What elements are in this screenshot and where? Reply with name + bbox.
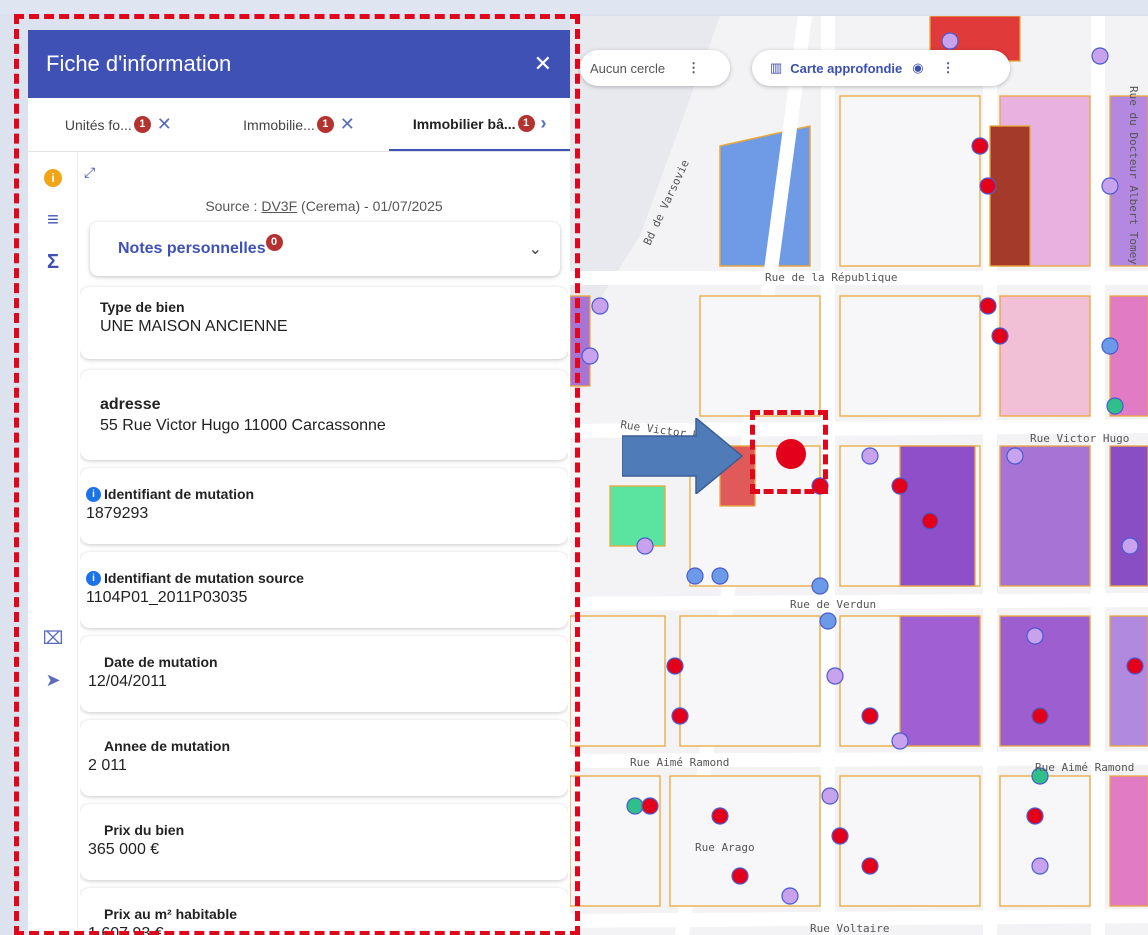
circle-control-label: Aucun cercle — [590, 60, 666, 76]
circle-menu-icon[interactable]: ⋮ — [687, 60, 700, 76]
layer-control-label: Carte approfondie — [790, 60, 903, 76]
street-label: Rue du Docteur Albert Tomey — [1127, 86, 1140, 265]
street-label: Rue Aimé Ramond — [630, 756, 729, 769]
street-label: Rue de la République — [765, 271, 897, 284]
street-label: Rue de Verdun — [790, 598, 876, 611]
top-strip — [0, 0, 1148, 14]
street-label: Rue Victor Hugo — [1030, 432, 1129, 445]
annotation-arrow-icon — [622, 418, 744, 494]
globe-icon[interactable]: ◉ — [912, 60, 923, 76]
street-label: Rue Voltaire — [810, 922, 889, 935]
highlight-frame-panel — [14, 14, 580, 935]
map-water — [719, 125, 811, 267]
street-label: Rue Arago — [695, 841, 755, 854]
layer-control[interactable]: ▥ Carte approfondie ◉ ⋮ — [752, 50, 1010, 86]
highlight-frame-property — [750, 410, 828, 494]
map-icon: ▥ — [770, 60, 783, 75]
circle-control[interactable]: Aucun cercle ⋮ — [580, 50, 730, 86]
street-label: Rue Aimé Ramond — [1035, 761, 1134, 774]
layer-menu-icon[interactable]: ⋮ — [942, 60, 955, 76]
